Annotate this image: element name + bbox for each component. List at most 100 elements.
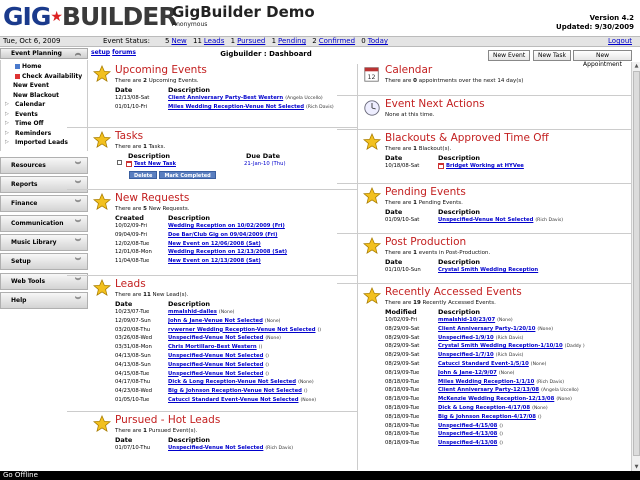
panel-reports[interactable]: Reports ︾ — [0, 175, 88, 193]
scrollbar-thumb[interactable] — [633, 71, 640, 456]
panel-event-planning[interactable]: Event Planning ︽ — [0, 48, 88, 59]
new-task-button[interactable]: New Task — [533, 50, 571, 61]
row-owner: (None) — [537, 326, 553, 332]
new-event-button[interactable]: New Event — [488, 50, 531, 61]
list-item: 08/29/09-Sat Client Anniversary Party-1/2… — [385, 325, 631, 334]
event-link[interactable]: Client Anniversary Party-1/20/10 — [438, 326, 535, 332]
version-info: Version 4.2 Updated: 9/30/2009 — [556, 14, 634, 32]
event-link[interactable]: Unspecified-1/9/10 — [438, 335, 494, 341]
event-link[interactable]: rvwerner Wedding Reception-Venue Not Sel… — [168, 327, 316, 333]
row-date: 08/18/09-Tue — [385, 378, 420, 385]
panel-setup[interactable]: Setup ︾ — [0, 253, 88, 271]
event-link[interactable]: Unspecified-Venue Not Selected — [168, 335, 263, 341]
panel-resources[interactable]: Resources ︾ — [0, 156, 88, 174]
event-link[interactable]: Unspecified-4/13/08 — [438, 440, 497, 446]
status-link-pending[interactable]: Pending — [278, 37, 306, 45]
leads-section: Leads There are 11 New Lead(s). Date Desc… — [91, 278, 357, 408]
row-date: 08/18/09-Tue — [385, 387, 420, 394]
vertical-scrollbar[interactable]: ▲ ▼ — [631, 62, 640, 471]
star-icon — [93, 279, 111, 296]
panel-communication[interactable]: Communication ︾ — [0, 214, 88, 232]
status-link-leads[interactable]: Leads — [204, 37, 224, 45]
star-icon — [363, 237, 381, 254]
event-link[interactable]: mmalshid-10/23/07 — [438, 317, 495, 323]
status-link-today[interactable]: Today — [368, 37, 388, 45]
post-production-section: Post Production There are 1 events in Po… — [361, 236, 631, 280]
event-link[interactable]: Catucci Standard Event-1/5/10 — [438, 361, 529, 367]
sidebar-item-check-availability[interactable]: Check Availability — [1, 72, 87, 82]
event-link[interactable]: New Event on 12/13/2008 (Sat) — [168, 258, 261, 264]
panel-music-library[interactable]: Music Library ︾ — [0, 234, 88, 252]
task-checkbox[interactable] — [117, 160, 122, 165]
row-owner: () — [303, 389, 308, 395]
delete-task-button[interactable]: Delete — [129, 170, 158, 179]
sidebar-item-home[interactable]: Home — [1, 62, 87, 72]
logout-link[interactable]: Logout — [608, 37, 632, 46]
logo-star-icon: ★ — [50, 9, 63, 25]
row-owner: (Rich Davis) — [536, 379, 565, 385]
gigbuilder-logo[interactable]: GIG★BUILDER — [3, 3, 178, 31]
star-icon — [93, 415, 111, 432]
event-link[interactable]: Unspecified-4/15/08 — [438, 423, 497, 429]
go-offline-link[interactable]: Go Offline — [3, 471, 38, 479]
panel-finance[interactable]: Finance ︾ — [0, 195, 88, 213]
event-link[interactable]: McKenzie Wedding Reception-12/13/08 — [438, 396, 554, 402]
event-link[interactable]: Crystal Smith Wedding Reception — [438, 267, 538, 273]
sidebar-item-reminders[interactable]: ▷ Reminders — [1, 129, 87, 139]
event-link[interactable]: John & Jane-Venue Not Selected — [168, 318, 263, 324]
mark-completed-button[interactable]: Mark Completed — [159, 170, 216, 179]
new-appointment-button[interactable]: New Appointment — [573, 50, 632, 68]
event-link[interactable]: Unspecified-Venue Not Selected — [168, 362, 263, 368]
scroll-down-icon[interactable]: ▼ — [633, 463, 640, 471]
event-link[interactable]: Unspecified-Venue Not Selected — [168, 371, 263, 377]
task-link[interactable]: Test New Task — [134, 161, 176, 167]
status-count-leads: 11 — [192, 37, 202, 45]
recent-events-section: Recently Accessed Events There are 19 Re… — [361, 286, 631, 456]
status-link-pursued[interactable]: Pursued — [237, 37, 265, 45]
event-link[interactable]: Wedding Reception on 10/02/2009 (Fri) — [168, 223, 285, 229]
event-link[interactable]: Dick & Long Reception-Venue Not Selected — [168, 379, 296, 385]
sidebar-item-imported-leads[interactable]: ▷ Imported Leads — [1, 138, 87, 148]
status-link-confirmed[interactable]: Confirmed — [319, 37, 355, 45]
event-link[interactable]: Wedding Reception on 12/13/2008 (Sat) — [168, 249, 287, 255]
row-date: 08/18/09-Tue — [385, 413, 420, 420]
event-link[interactable]: Unspecified-1/7/10 — [438, 352, 494, 358]
event-link[interactable]: mmalshid-dalles — [168, 309, 217, 315]
sidebar-item-new-event[interactable]: New Event — [1, 81, 87, 91]
panel-label: Music Library — [11, 239, 57, 247]
event-link[interactable]: Big & Johnson Reception-Venue Not Select… — [168, 388, 302, 394]
status-link-new[interactable]: New — [171, 37, 186, 45]
event-link[interactable]: Miles Wedding Reception-1/1/10 — [438, 379, 534, 385]
task-due-date: 21-Jan-10 (Thu) — [244, 161, 286, 167]
event-link[interactable]: Miles Wedding Reception-Venue Not Select… — [168, 104, 304, 110]
scroll-up-icon[interactable]: ▲ — [633, 62, 640, 70]
event-link[interactable]: Unspecified-4/13/08 — [438, 431, 497, 437]
sidebar-item-new-blackout[interactable]: New Blackout — [1, 91, 87, 101]
event-link[interactable]: Chris Mortillaro-Best Western — [168, 344, 257, 350]
row-date: 01/05/10-Tue — [115, 396, 150, 403]
sidebar-item-label: New Event — [13, 82, 49, 89]
section-title: Event Next Actions — [385, 98, 485, 110]
event-link[interactable]: Client Anniversary Party-12/13/08 — [438, 387, 539, 393]
sidebar-item-calendar[interactable]: ▷ Calendar — [1, 100, 87, 110]
list-item: 08/19/09-Tue John & Jane-12/9/07 (None) — [385, 369, 631, 378]
event-link[interactable]: Unspecified-Venue Not Selected — [438, 217, 533, 223]
event-link[interactable]: Catucci Standard Event-Venue Not Selecte… — [168, 397, 299, 403]
list-item: 08/18/09-Tue Client Anniversary Party-12/… — [385, 386, 631, 395]
panel-help[interactable]: Help ︾ — [0, 292, 88, 310]
event-link[interactable]: Dick & Long Reception-4/17/08 — [438, 405, 530, 411]
event-link[interactable]: Unspecified-Venue Not Selected — [168, 353, 263, 359]
sidebar-item-label: Reminders — [15, 129, 52, 137]
section-title: Tasks — [115, 130, 144, 142]
event-link[interactable]: Crystal Smith Wedding Reception-1/10/10 — [438, 343, 563, 349]
blackout-link[interactable]: Bridget Working at HYVee — [446, 163, 524, 169]
app-title: GigBuilder Demo — [172, 3, 315, 21]
list-item: 01/10/10-Sun Crystal Smith Wedding Recept… — [385, 266, 631, 275]
event-link[interactable]: New Event on 12/06/2008 (Sat) — [168, 241, 261, 247]
event-link[interactable]: Big & Johnson Reception-4/17/08 — [438, 414, 536, 420]
event-link[interactable]: Doe Bar/Club Gig on 09/04/2009 (Fri) — [168, 232, 278, 238]
event-link[interactable]: Client Anniversary Party-Best Western — [168, 95, 283, 101]
event-link[interactable]: Unspecified-Venue Not Selected — [168, 445, 263, 451]
sidebar-item-events[interactable]: ▷ Events — [1, 110, 87, 120]
event-link[interactable]: John & Jane-12/9/07 — [438, 370, 497, 376]
